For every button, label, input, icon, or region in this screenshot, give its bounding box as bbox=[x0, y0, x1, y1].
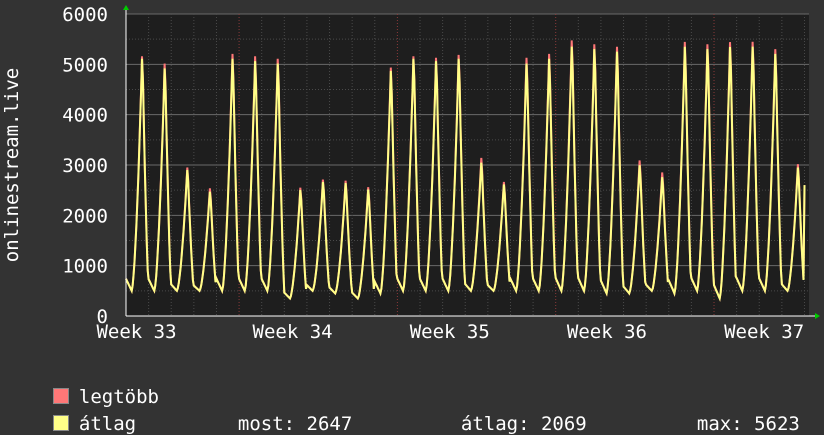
stat-max-label: max: bbox=[696, 413, 743, 435]
y-tick-label: 2000 bbox=[62, 205, 108, 227]
y-tick-label: 5000 bbox=[62, 54, 108, 76]
legend-avg-swatch bbox=[52, 415, 69, 431]
stat-atlag-label: átlag: bbox=[460, 413, 530, 435]
legend-avg-label: átlag bbox=[78, 413, 137, 435]
y-tick-label: 6000 bbox=[62, 4, 108, 26]
x-tick-label: Week 36 bbox=[567, 321, 647, 343]
stat-most-label: most: bbox=[237, 413, 296, 435]
y-tick-label: 3000 bbox=[62, 155, 108, 177]
y-axis-label: onlinestream.live bbox=[1, 68, 23, 262]
y-tick-labels: 0100020003000400050006000 bbox=[62, 4, 108, 328]
y-tick-label: 4000 bbox=[62, 105, 108, 127]
x-tick-label: Week 37 bbox=[724, 321, 804, 343]
x-axis-arrow-icon bbox=[815, 313, 820, 319]
stat-most-value: 2647 bbox=[306, 413, 353, 435]
y-tick-label: 1000 bbox=[62, 256, 108, 278]
legend-avg: átlag bbox=[30, 391, 136, 435]
stat-max-value: 5623 bbox=[754, 413, 800, 435]
stat-most: most: 2647 bbox=[215, 391, 352, 435]
stat-atlag: átlag: 2069 bbox=[438, 391, 587, 435]
x-tick-label: Week 35 bbox=[410, 321, 490, 343]
x-tick-label: Week 33 bbox=[96, 321, 176, 343]
x-tick-label: Week 34 bbox=[253, 321, 333, 343]
stat-max: max: 5623 bbox=[674, 391, 800, 435]
x-tick-labels: Week 33 Week 34 Week 35 Week 36 Week 37 bbox=[96, 321, 804, 343]
stat-atlag-value: 2069 bbox=[540, 413, 587, 435]
y-axis-arrow-icon bbox=[123, 5, 129, 10]
